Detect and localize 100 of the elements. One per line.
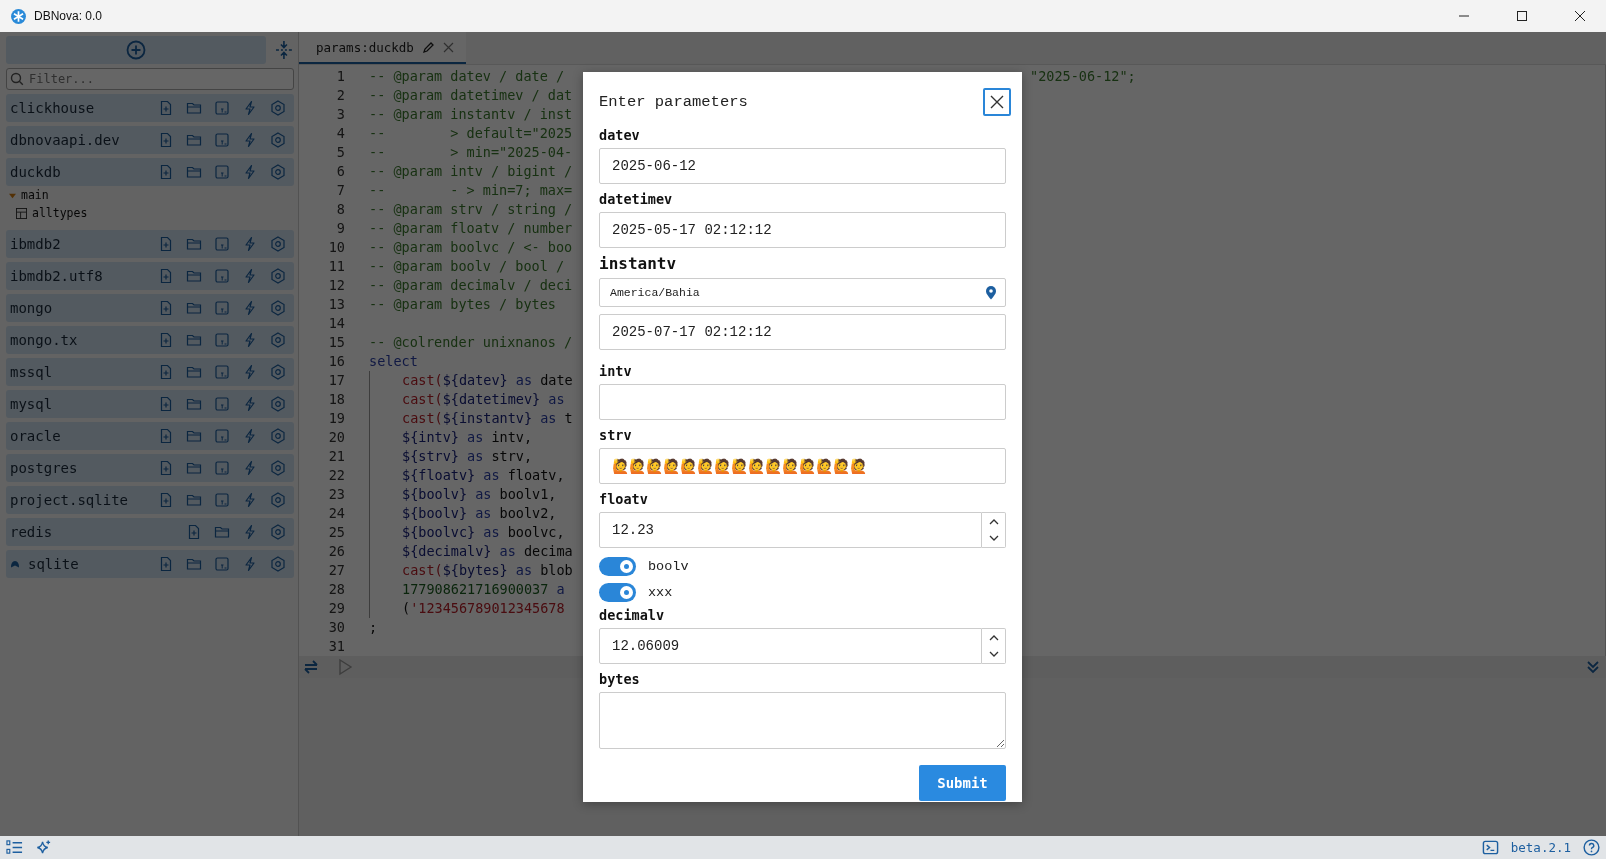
- submit-button[interactable]: Submit: [919, 765, 1006, 801]
- input-field[interactable]: 2025-07-17 02:12:12: [599, 314, 1006, 350]
- script-file-icon[interactable]: [214, 132, 230, 148]
- connection-item[interactable]: mysql: [6, 390, 294, 418]
- settings-icon[interactable]: [270, 492, 286, 508]
- folder-icon[interactable]: [214, 524, 230, 540]
- script-file-icon[interactable]: [214, 460, 230, 476]
- close-button[interactable]: [983, 88, 1011, 116]
- close-tab-icon[interactable]: [442, 41, 454, 53]
- settings-icon[interactable]: [270, 396, 286, 412]
- add-connection-button[interactable]: [6, 36, 267, 64]
- folder-icon[interactable]: [186, 364, 202, 380]
- folder-icon[interactable]: [186, 164, 202, 180]
- toggle-switch[interactable]: [599, 556, 636, 576]
- connection-item[interactable]: ibmdb2: [6, 230, 294, 258]
- script-file-icon[interactable]: [214, 364, 230, 380]
- new-file-icon[interactable]: [158, 556, 174, 572]
- new-file-icon[interactable]: [158, 268, 174, 284]
- settings-icon[interactable]: [270, 460, 286, 476]
- folder-icon[interactable]: [186, 396, 202, 412]
- script-file-icon[interactable]: [214, 164, 230, 180]
- new-file-icon[interactable]: [158, 492, 174, 508]
- settings-icon[interactable]: [270, 236, 286, 252]
- input-field[interactable]: [599, 384, 1006, 420]
- input-field[interactable]: 2025-05-17 02:12:12: [599, 212, 1006, 248]
- folder-icon[interactable]: [186, 268, 202, 284]
- script-file-icon[interactable]: [214, 396, 230, 412]
- folder-icon[interactable]: [186, 132, 202, 148]
- folder-icon[interactable]: [186, 492, 202, 508]
- connection-item[interactable]: clickhouse: [6, 94, 294, 122]
- settings-icon[interactable]: [270, 332, 286, 348]
- new-file-icon[interactable]: [158, 300, 174, 316]
- help-icon[interactable]: [1583, 839, 1600, 856]
- new-file-icon[interactable]: [158, 460, 174, 476]
- connection-item[interactable]: dbnovaapi.dev: [6, 126, 294, 154]
- settings-icon[interactable]: [270, 300, 286, 316]
- tree-item[interactable]: main: [6, 186, 294, 204]
- settings-icon[interactable]: [270, 132, 286, 148]
- connection-item[interactable]: mongo: [6, 294, 294, 322]
- toggle-switch[interactable]: [599, 582, 636, 602]
- script-file-icon[interactable]: [214, 332, 230, 348]
- new-file-icon[interactable]: [158, 364, 174, 380]
- connection-item[interactable]: duckdb: [6, 158, 294, 186]
- folder-icon[interactable]: [186, 556, 202, 572]
- connection-item[interactable]: postgres: [6, 454, 294, 482]
- folder-icon[interactable]: [186, 300, 202, 316]
- script-file-icon[interactable]: [214, 100, 230, 116]
- new-file-icon[interactable]: [158, 332, 174, 348]
- new-file-icon[interactable]: [158, 236, 174, 252]
- tree-item[interactable]: alltypes: [6, 204, 294, 222]
- script-file-icon[interactable]: [214, 300, 230, 316]
- new-file-icon[interactable]: [158, 164, 174, 180]
- settings-icon[interactable]: [270, 524, 286, 540]
- script-file-icon[interactable]: [214, 236, 230, 252]
- new-file-icon[interactable]: [186, 524, 202, 540]
- version-link[interactable]: beta.2.1: [1510, 840, 1571, 855]
- folder-icon[interactable]: [186, 236, 202, 252]
- chevron-up-icon[interactable]: [988, 634, 999, 641]
- chevrons-down-icon[interactable]: [1586, 660, 1600, 674]
- settings-icon[interactable]: [270, 364, 286, 380]
- settings-icon[interactable]: [270, 428, 286, 444]
- close-icon[interactable]: [1574, 10, 1586, 22]
- new-file-icon[interactable]: [158, 396, 174, 412]
- connection-item[interactable]: redis: [6, 518, 294, 546]
- input-field[interactable]: 2025-06-12: [599, 148, 1006, 184]
- settings-icon[interactable]: [270, 100, 286, 116]
- new-file-icon[interactable]: [158, 132, 174, 148]
- pencil-icon[interactable]: [421, 40, 435, 54]
- connection-item[interactable]: mssql: [6, 358, 294, 386]
- timezone-select[interactable]: America/Bahia: [599, 278, 1006, 307]
- chevron-down-icon[interactable]: [988, 535, 999, 542]
- folder-icon[interactable]: [186, 100, 202, 116]
- folder-icon[interactable]: [186, 332, 202, 348]
- connection-item[interactable]: ibmdb2.utf8: [6, 262, 294, 290]
- number-field[interactable]: 12.23: [599, 512, 982, 548]
- maximize-icon[interactable]: [1516, 10, 1528, 22]
- number-field[interactable]: 12.06009: [599, 628, 982, 664]
- settings-icon[interactable]: [270, 556, 286, 572]
- list-icon[interactable]: [6, 839, 23, 856]
- new-file-icon[interactable]: [158, 428, 174, 444]
- new-file-icon[interactable]: [158, 100, 174, 116]
- sparkle-icon[interactable]: [35, 839, 52, 856]
- connection-item[interactable]: sqlite: [6, 550, 294, 578]
- folder-icon[interactable]: [186, 428, 202, 444]
- connection-item[interactable]: project.sqlite: [6, 486, 294, 514]
- folder-icon[interactable]: [186, 460, 202, 476]
- caret-icon[interactable]: [9, 191, 16, 199]
- collapse-icon[interactable]: [274, 40, 294, 60]
- editor-tab[interactable]: params:duckdb: [299, 32, 466, 64]
- connection-item[interactable]: oracle: [6, 422, 294, 450]
- settings-icon[interactable]: [270, 164, 286, 180]
- chevron-down-icon[interactable]: [988, 651, 999, 658]
- chevron-up-icon[interactable]: [988, 518, 999, 525]
- terminal-icon[interactable]: [1481, 839, 1499, 856]
- input-field[interactable]: 🙋🙋🙋🙋🙋🙋🙋🙋🙋🙋🙋🙋🙋🙋🙋: [599, 448, 1006, 484]
- settings-icon[interactable]: [270, 268, 286, 284]
- script-file-icon[interactable]: [214, 492, 230, 508]
- script-file-icon[interactable]: [214, 268, 230, 284]
- connection-item[interactable]: mongo.tx: [6, 326, 294, 354]
- text-area[interactable]: [599, 692, 1006, 749]
